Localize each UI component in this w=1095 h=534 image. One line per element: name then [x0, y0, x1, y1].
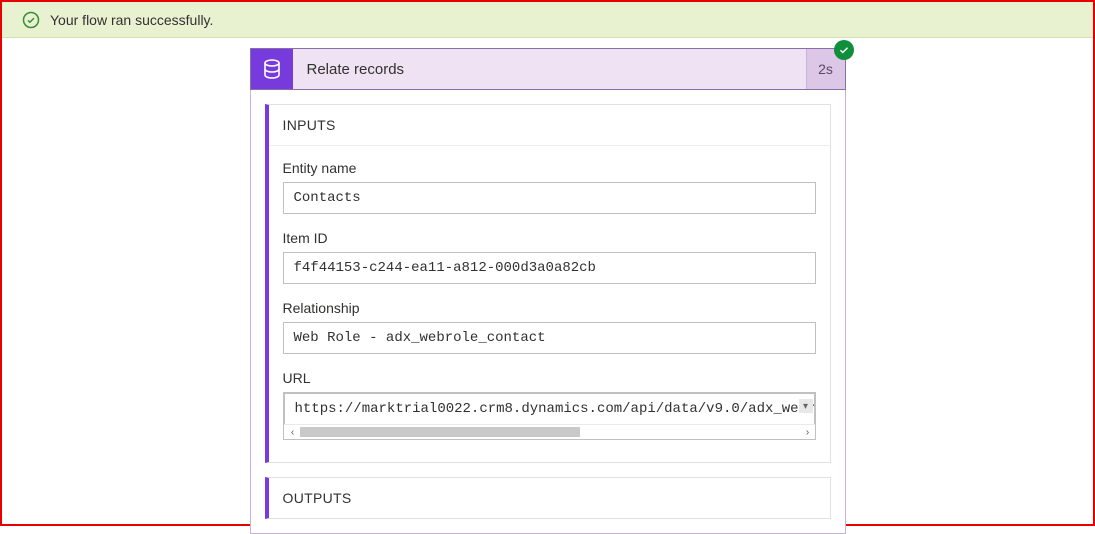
- scroll-right-icon[interactable]: ›: [801, 425, 815, 439]
- field-value[interactable]: https://marktrial0022.crm8.dynamics.com/…: [284, 393, 815, 424]
- field-value[interactable]: Contacts: [283, 182, 816, 214]
- chevron-down-icon[interactable]: ▾: [799, 399, 813, 413]
- field-label: Entity name: [283, 160, 816, 176]
- action-header[interactable]: Relate records 2s: [250, 48, 846, 90]
- action-body: INPUTS Entity name Contacts Item ID f4f4…: [250, 90, 846, 534]
- success-banner: Your flow ran successfully.: [2, 2, 1093, 38]
- action-title: Relate records: [293, 49, 807, 89]
- field-label: Relationship: [283, 300, 816, 316]
- inputs-section-header[interactable]: INPUTS: [269, 105, 830, 145]
- field-value[interactable]: Web Role - adx_webrole_contact: [283, 322, 816, 354]
- success-check-icon: [22, 11, 40, 29]
- scroll-thumb[interactable]: [300, 427, 581, 437]
- field-value[interactable]: f4f44153-c244-ea11-a812-000d3a0a82cb: [283, 252, 816, 284]
- outputs-section: OUTPUTS: [265, 477, 831, 519]
- success-message: Your flow ran successfully.: [50, 12, 213, 28]
- field-relationship: Relationship Web Role - adx_webrole_cont…: [283, 300, 816, 354]
- status-success-icon: [834, 40, 854, 60]
- outputs-section-header[interactable]: OUTPUTS: [269, 478, 830, 518]
- field-url: URL https://marktrial0022.crm8.dynamics.…: [283, 370, 816, 440]
- scroll-track[interactable]: [300, 425, 801, 439]
- field-item-id: Item ID f4f44153-c244-ea11-a812-000d3a0a…: [283, 230, 816, 284]
- scroll-left-icon[interactable]: ‹: [286, 425, 300, 439]
- field-label: URL: [283, 370, 816, 386]
- database-icon: [251, 49, 293, 89]
- action-card: Relate records 2s INPUTS Entity name Con…: [250, 48, 846, 534]
- horizontal-scrollbar[interactable]: ‹ ›: [284, 424, 815, 439]
- inputs-section: INPUTS Entity name Contacts Item ID f4f4…: [265, 104, 831, 463]
- field-entity-name: Entity name Contacts: [283, 160, 816, 214]
- field-label: Item ID: [283, 230, 816, 246]
